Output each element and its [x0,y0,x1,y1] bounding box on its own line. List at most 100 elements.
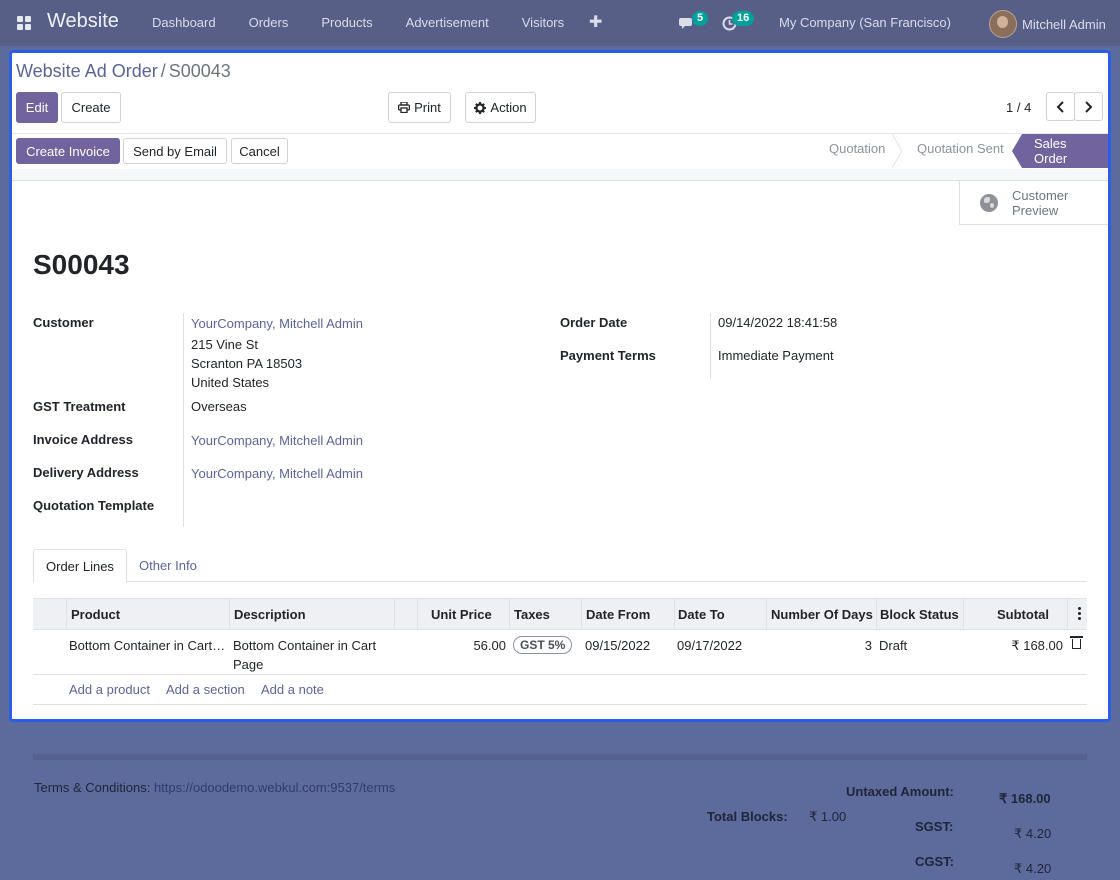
cell-description[interactable]: Bottom Container in Cart Page [233,636,376,674]
column-divider [674,599,675,629]
column-divider [509,599,510,629]
edit-button[interactable]: Edit [16,92,58,123]
column-product[interactable]: Product [71,607,120,622]
menu-item-orders[interactable]: Orders [249,15,289,30]
column-date-to[interactable]: Date To [678,607,725,622]
trash-icon[interactable] [1070,636,1083,649]
column-block-status[interactable]: Block Status [880,607,959,622]
menu-item-visitors[interactable]: Visitors [522,15,564,30]
gst-treatment-label: GST Treatment [33,399,126,414]
column-subtotal[interactable]: Subtotal [997,607,1049,622]
column-divider [66,599,67,629]
total-blocks-label: Total Blocks: [707,809,788,824]
user-menu[interactable]: Mitchell Admin [989,10,1106,38]
cell-description-line1: Bottom Container in Cart [233,638,377,653]
order-date-value[interactable]: 09/14/2022 18:41:58 [718,315,837,330]
send-email-button[interactable]: Send by Email [123,138,227,164]
add-section-link[interactable]: Add a section [166,682,245,697]
company-switcher[interactable]: My Company (San Francisco) [779,15,951,30]
app-brand[interactable]: Website [47,10,119,33]
column-number-of-days[interactable]: Number Of Days [771,607,873,622]
untaxed-amount-value: ₹ 168.00 [999,791,1051,806]
payment-terms-value[interactable]: Immediate Payment [718,348,834,363]
activities-badge: 16 [732,11,755,26]
menu-item-dashboard[interactable]: Dashboard [152,15,216,30]
pager-value[interactable]: 1 / 4 [1006,100,1031,115]
field-separator [710,313,711,379]
menu-item-advertisement[interactable]: Advertisement [406,15,489,30]
column-divider [766,599,767,629]
cancel-button[interactable]: Cancel [231,138,288,164]
quotation-template-label: Quotation Template [33,498,155,513]
stage-quotation[interactable]: Quotation [829,141,885,156]
breadcrumb-parent[interactable]: Website Ad Order [16,61,158,81]
main-menu: Dashboard Orders Products Advertisement … [152,15,597,30]
action-button[interactable]: Action [465,92,536,123]
customer-link[interactable]: YourCompany, Mitchell Admin [191,316,363,331]
apps-grid-icon[interactable] [17,16,32,31]
avatar [989,10,1017,38]
print-button[interactable]: Print [388,92,451,123]
gst-treatment-value[interactable]: Overseas [191,399,247,414]
cell-block-status[interactable]: Draft [879,636,907,655]
stage-quotation-sent[interactable]: Quotation Sent [917,141,1004,156]
add-product-link[interactable]: Add a product [69,682,150,697]
stage-sales-order[interactable]: Sales Order [1012,134,1108,168]
column-divider [394,599,395,629]
cell-unit-price[interactable]: 56.00 [473,636,506,655]
printer-icon [398,102,411,113]
terms-conditions: Terms & Conditions: https://odoodemo.web… [34,780,395,795]
optional-columns-icon[interactable] [1078,607,1081,622]
column-taxes[interactable]: Taxes [514,607,550,622]
customer-preview-button[interactable]: Customer Preview [959,181,1108,225]
plus-icon[interactable]: ✚ [589,12,602,32]
chevron-right-icon [1085,100,1093,113]
order-title: S00043 [33,249,130,280]
user-name: Mitchell Admin [1022,16,1106,32]
cell-date-to[interactable]: 09/17/2022 [677,636,742,655]
order-date-label: Order Date [560,315,628,330]
column-date-from[interactable]: Date From [586,607,650,622]
invoice-address-label: Invoice Address [33,432,133,447]
tab-other-info[interactable]: Other Info [127,549,209,581]
messages-button[interactable]: 5 [679,11,709,34]
column-divider [876,599,877,629]
breadcrumb: Website Ad Order / S00043 [16,61,231,82]
divider [33,754,1087,760]
sales-order-form: Website Ad Order / S00043 Edit Create Prin… [9,50,1111,722]
create-invoice-button[interactable]: Create Invoice [16,138,120,164]
messages-badge: 5 [692,11,709,26]
activities-button[interactable]: 16 [722,11,756,34]
terms-link[interactable]: https://odoodemo.webkul.com:9537/terms [154,780,395,795]
column-divider [229,599,230,629]
cell-number-of-days[interactable]: 3 [865,636,872,655]
invoice-address-link[interactable]: YourCompany, Mitchell Admin [191,433,363,448]
add-note-link[interactable]: Add a note [261,682,324,697]
table-row[interactable]: Bottom Container in Cart… Bottom Contain… [33,629,1087,675]
customer-preview-label: Customer Preview [1012,188,1068,218]
tax-badge[interactable]: GST 5% [513,636,573,654]
untaxed-amount-label: Untaxed Amount: [846,784,954,799]
column-description[interactable]: Description [234,607,306,622]
delivery-address-link[interactable]: YourCompany, Mitchell Admin [191,466,363,481]
customer-preview-line1: Customer [1012,187,1069,203]
address-line-1: 215 Vine St [191,337,258,352]
globe-icon [980,193,998,212]
cell-product[interactable]: Bottom Container in Cart… [69,636,229,655]
address-line-3: United States [191,375,270,390]
customer-preview-line2: Preview [1012,202,1059,218]
pager-previous-button[interactable] [1046,92,1075,121]
pager-next-button[interactable] [1074,92,1103,121]
tab-order-lines[interactable]: Order Lines [33,549,127,583]
column-unit-price[interactable]: Unit Price [431,607,492,622]
gear-icon [474,101,487,114]
breadcrumb-separator: / [160,61,166,81]
menu-item-products[interactable]: Products [321,15,372,30]
breadcrumb-current: S00043 [168,61,231,81]
delivery-address-label: Delivery Address [33,465,139,480]
cgst-value: ₹ 4.20 [1014,861,1052,876]
sgst-value: ₹ 4.20 [1014,826,1052,841]
cell-date-from[interactable]: 09/15/2022 [585,636,650,655]
create-button[interactable]: Create [61,92,121,123]
table-header: Product Description Unit Price Taxes Dat… [33,598,1087,630]
